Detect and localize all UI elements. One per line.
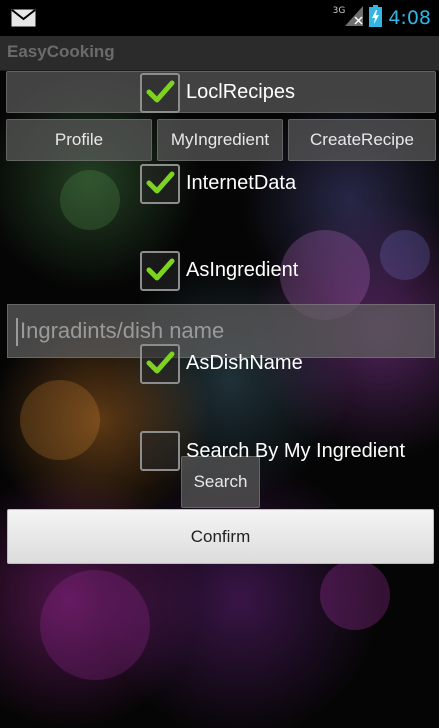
bokeh-decoration (40, 570, 150, 680)
checkmark-icon (146, 171, 175, 194)
app-title: EasyCooking (7, 42, 115, 61)
search-input[interactable] (7, 304, 435, 358)
local-recipes-checkbox[interactable] (140, 73, 180, 113)
clock: 4:08 (388, 7, 431, 29)
checkmark-icon (146, 258, 175, 281)
bokeh-decoration (60, 170, 120, 230)
app-title-bar: EasyCooking (0, 36, 439, 71)
checkmark-icon (146, 351, 175, 374)
local-recipes-label: LoclRecipes (186, 81, 295, 103)
confirm-button[interactable]: Confirm (7, 509, 434, 564)
network-type-label: 3G (332, 6, 346, 16)
my-ingredient-button[interactable]: MyIngredient (157, 119, 283, 161)
checkmark-icon (146, 80, 175, 103)
status-bar: 3G 4:08 (0, 0, 439, 36)
internet-data-checkbox[interactable] (140, 164, 180, 204)
search-button[interactable]: Search (181, 456, 260, 508)
bokeh-decoration (320, 560, 390, 630)
internet-data-label: InternetData (186, 172, 297, 194)
signal-icon (345, 6, 364, 30)
search-by-my-ingredient-label: Search By My Ingredient (186, 440, 405, 462)
profile-button[interactable]: Profile (6, 119, 152, 161)
bokeh-decoration (20, 380, 100, 460)
bokeh-decoration (380, 230, 430, 280)
text-cursor (16, 318, 18, 346)
mail-icon (11, 9, 36, 31)
as-dish-name-checkbox[interactable] (140, 344, 180, 384)
as-ingredient-label: AsIngredient (186, 259, 299, 281)
battery-charging-icon (369, 5, 383, 31)
create-recipe-button[interactable]: CreateRecipe (288, 119, 436, 161)
search-by-my-ingredient-checkbox[interactable] (140, 431, 180, 471)
as-dish-name-label: AsDishName (186, 352, 303, 374)
as-ingredient-checkbox[interactable] (140, 251, 180, 291)
